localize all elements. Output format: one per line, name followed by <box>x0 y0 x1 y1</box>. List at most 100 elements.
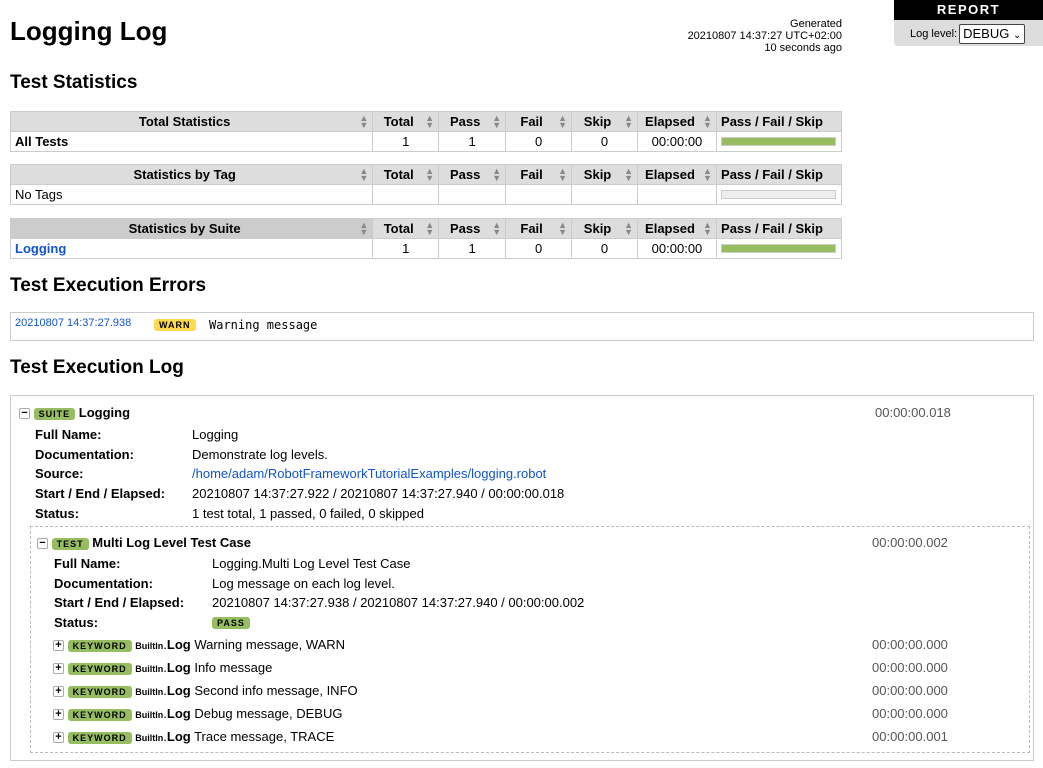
meta-key: Start / End / Elapsed: <box>35 486 166 502</box>
column-header[interactable]: Fail ▲ ▼ <box>505 164 573 185</box>
keyword-name: Log <box>166 729 191 744</box>
stat-fail: 0 <box>505 238 573 259</box>
suite-header[interactable]: − SUITE Logging <box>19 405 130 420</box>
column-header-label: Pass <box>449 167 481 182</box>
column-header[interactable]: Skip ▲ ▼ <box>571 164 638 185</box>
stat-skip: 0 <box>571 131 638 152</box>
keyword-library: BuiltIn <box>135 664 164 674</box>
generated-label: Generated <box>790 18 842 30</box>
column-header-label: Elapsed <box>645 114 695 129</box>
keyword-row[interactable]: + KEYWORD BuiltIn.Log Warning message, W… <box>53 637 345 652</box>
keyword-badge: KEYWORD <box>67 663 132 675</box>
report-link[interactable]: REPORT <box>894 0 1043 20</box>
expand-icon[interactable]: + <box>53 640 64 652</box>
column-header[interactable]: Elapsed ▲ ▼ <box>637 111 717 132</box>
meta-value[interactable]: /home/adam/RobotFrameworkTutorialExample… <box>192 466 546 481</box>
keyword-row[interactable]: + KEYWORD BuiltIn.Log Debug message, DEB… <box>53 706 342 721</box>
column-header[interactable]: Total ▲ ▼ <box>372 218 440 239</box>
stat-name-cell: All Tests <box>9 131 374 152</box>
sort-icon: ▲ ▼ <box>425 166 435 183</box>
sort-icon: ▲ ▼ <box>492 166 502 183</box>
sort-icon: ▲ ▼ <box>492 220 502 237</box>
meta-key: Documentation: <box>54 575 153 591</box>
column-header[interactable]: Total ▲ ▼ <box>372 164 440 185</box>
keyword-args: Trace message, TRACE <box>194 729 335 744</box>
expand-icon[interactable]: + <box>53 709 64 721</box>
collapse-icon[interactable]: − <box>37 538 48 550</box>
graph-cell <box>715 238 843 259</box>
column-header[interactable]: Pass / Fail / Skip <box>715 164 843 185</box>
meta-value: Logging <box>192 427 239 442</box>
column-header-label: Pass <box>449 221 481 236</box>
stat-elapsed <box>637 184 717 205</box>
meta-key: Documentation: <box>35 446 134 462</box>
generated-timestamp: 20210807 14:37:27 UTC+02:00 <box>687 30 842 42</box>
pass-fail-skip-bar <box>721 137 837 146</box>
column-header[interactable]: Fail ▲ ▼ <box>505 218 573 239</box>
keyword-args: Info message <box>194 660 273 675</box>
column-header-label: Skip <box>583 114 612 129</box>
sort-icon: ▲ ▼ <box>558 113 568 130</box>
collapse-icon[interactable]: − <box>19 408 30 420</box>
stat-name-cell: Logging <box>9 238 374 259</box>
table-row: No Tags <box>9 184 843 205</box>
sort-icon: ▲ ▼ <box>492 113 502 130</box>
keyword-library: BuiltIn <box>135 641 164 651</box>
column-header-label: Elapsed <box>645 167 695 182</box>
log-level-select[interactable]: DEBUG ⌄ <box>959 24 1026 44</box>
column-header[interactable]: Elapsed ▲ ▼ <box>637 164 717 185</box>
table-row: Logging 1 1 0 0 00:00:00 <box>9 238 843 259</box>
column-header-label: Pass / Fail / Skip <box>721 221 823 236</box>
log-heading: Test Execution Log <box>10 357 184 378</box>
status-badge: PASS <box>212 617 250 630</box>
sort-icon: ▲ ▼ <box>425 220 435 237</box>
column-header[interactable]: Skip ▲ ▼ <box>571 218 638 239</box>
meta-key: Source: <box>35 466 84 482</box>
column-header[interactable]: Statistics by Suite ▲ ▼ <box>9 218 374 239</box>
sort-icon: ▲ ▼ <box>359 166 369 183</box>
column-header[interactable]: Pass / Fail / Skip <box>715 111 843 132</box>
column-header-label: Pass <box>449 114 481 129</box>
column-header[interactable]: Statistics by Tag ▲ ▼ <box>9 164 374 185</box>
stat-pass: 1 <box>438 238 507 259</box>
keyword-row[interactable]: + KEYWORD BuiltIn.Log Second info messag… <box>53 683 358 698</box>
keyword-library: BuiltIn <box>135 733 164 743</box>
column-header-label: Total <box>383 167 414 182</box>
expand-icon[interactable]: + <box>53 686 64 698</box>
error-timestamp-link[interactable]: 20210807 14:37:27.938 <box>15 317 131 329</box>
column-header[interactable]: Total ▲ ▼ <box>372 111 440 132</box>
sort-icon: ▲ ▼ <box>624 166 633 183</box>
test-badge: TEST <box>51 538 89 550</box>
column-header[interactable]: Fail ▲ ▼ <box>505 111 573 132</box>
expand-icon[interactable]: + <box>53 732 64 744</box>
keyword-elapsed: 00:00:00.000 <box>872 637 948 652</box>
meta-value: Demonstrate log levels. <box>192 446 328 462</box>
test-header[interactable]: − TEST Multi Log Level Test Case <box>37 535 251 550</box>
column-header-label: Pass / Fail / Skip <box>721 114 823 129</box>
keyword-row[interactable]: + KEYWORD BuiltIn.Log Trace message, TRA… <box>53 729 334 744</box>
sort-icon: ▲ ▼ <box>703 220 712 237</box>
column-header[interactable]: Total Statistics ▲ ▼ <box>9 111 374 132</box>
report-panel: REPORT Log level: DEBUG ⌄ <box>894 0 1043 46</box>
column-header[interactable]: Elapsed ▲ ▼ <box>637 218 717 239</box>
stat-name: No Tags <box>15 187 63 202</box>
stat-name[interactable]: Logging <box>15 241 66 256</box>
expand-icon[interactable]: + <box>53 663 64 675</box>
column-header[interactable]: Skip ▲ ▼ <box>571 111 638 132</box>
log-level-label: Log level: <box>910 28 958 40</box>
keyword-name: Log <box>166 660 191 675</box>
test-elapsed: 00:00:00.002 <box>872 535 948 550</box>
column-header[interactable]: Pass ▲ ▼ <box>438 164 507 185</box>
column-header[interactable]: Pass / Fail / Skip <box>715 218 843 239</box>
statistics-table: Statistics by Suite ▲ ▼ Total ▲ ▼ Pass ▲ ▼ Fail ▲ ▼… <box>9 218 843 259</box>
meta-key: Full Name: <box>54 556 121 571</box>
column-header[interactable]: Pass ▲ ▼ <box>438 218 507 239</box>
meta-key: Status: <box>54 615 99 631</box>
meta-key: Start / End / Elapsed: <box>54 595 185 611</box>
keyword-elapsed: 00:00:00.001 <box>872 729 948 744</box>
stat-skip <box>571 184 638 205</box>
column-header[interactable]: Pass ▲ ▼ <box>438 111 507 132</box>
keyword-row[interactable]: + KEYWORD BuiltIn.Log Info message <box>53 660 272 675</box>
column-header-label: Fail <box>520 167 543 182</box>
keyword-badge: KEYWORD <box>67 686 132 698</box>
